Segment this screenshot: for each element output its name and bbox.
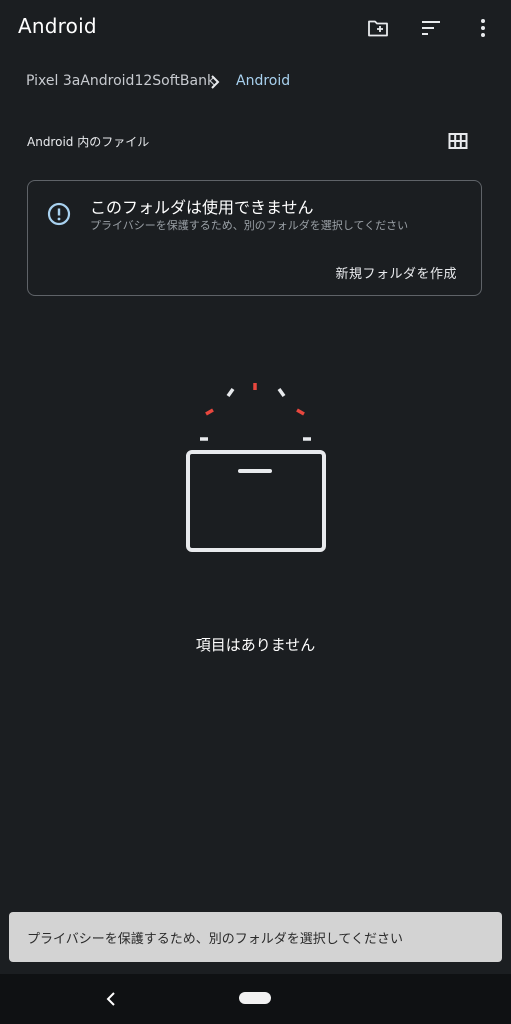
section-header: Android 内のファイル xyxy=(27,135,150,149)
back-icon[interactable] xyxy=(104,991,118,1007)
chevron-right-icon xyxy=(206,72,224,92)
error-outline-icon xyxy=(46,201,72,227)
snackbar: プライバシーを保護するため、別のフォルダを選択してください xyxy=(9,912,502,962)
file-picker-screen: Android Pixel 3aAndroid12SoftBank Androi… xyxy=(0,0,511,1024)
system-nav-bar xyxy=(0,974,511,1024)
home-pill[interactable] xyxy=(239,992,271,1004)
warning-description: プライバシーを保護するため、別のフォルダを選択してください xyxy=(90,219,409,232)
empty-box-illustration xyxy=(185,378,330,556)
warning-title: このフォルダは使用できません xyxy=(90,198,314,217)
breadcrumb-current[interactable]: Android xyxy=(236,73,290,89)
sort-icon[interactable] xyxy=(419,16,443,40)
breadcrumb: Pixel 3aAndroid12SoftBank Android xyxy=(0,66,511,98)
create-new-folder-button[interactable]: 新規フォルダを作成 xyxy=(335,263,457,282)
grid-view-icon[interactable] xyxy=(447,131,469,151)
warning-card: このフォルダは使用できません プライバシーを保護するため、別のフォルダを選択して… xyxy=(27,180,482,296)
empty-state-text: 項目はありません xyxy=(195,636,316,654)
breadcrumb-root[interactable]: Pixel 3aAndroid12SoftBank xyxy=(26,73,215,89)
new-folder-icon[interactable] xyxy=(366,16,390,40)
more-vert-icon[interactable] xyxy=(471,16,495,40)
page-title: Android xyxy=(18,14,97,38)
top-app-bar: Android xyxy=(0,0,511,56)
snackbar-text: プライバシーを保護するため、別のフォルダを選択してください xyxy=(27,932,403,947)
